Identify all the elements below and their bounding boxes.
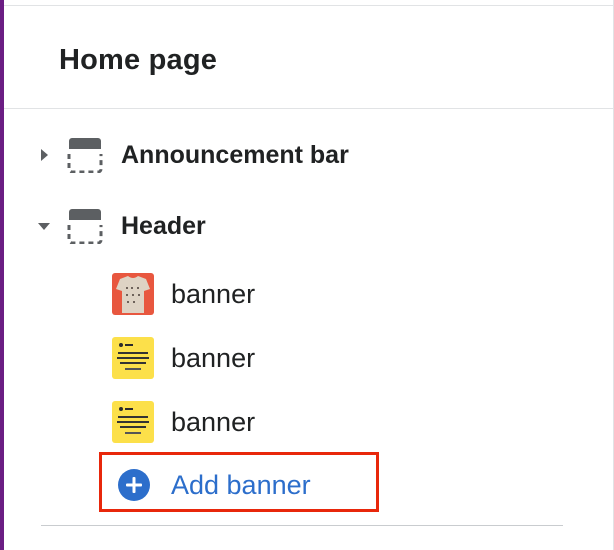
section-layout-icon bbox=[66, 208, 104, 245]
block-label: banner bbox=[171, 342, 256, 373]
top-border bbox=[4, 0, 614, 6]
header-divider bbox=[4, 108, 613, 109]
section-label: Header bbox=[121, 211, 206, 240]
add-banner-button[interactable]: Add banner bbox=[117, 467, 311, 503]
block-label: banner bbox=[171, 278, 256, 309]
add-banner-label[interactable]: Add banner bbox=[171, 470, 311, 501]
plus-circle-icon bbox=[117, 468, 151, 502]
bottom-divider bbox=[41, 525, 563, 526]
sidebar-edge bbox=[0, 0, 4, 550]
section-announcement-bar[interactable]: Announcement bar bbox=[36, 135, 349, 175]
section-label: Announcement bar bbox=[121, 140, 349, 169]
block-item-banner[interactable]: banner bbox=[112, 272, 255, 316]
block-item-banner[interactable]: banner bbox=[112, 400, 255, 444]
yellow-promo-thumbnail bbox=[112, 337, 154, 379]
block-label: banner bbox=[171, 406, 256, 437]
caret-down-icon[interactable] bbox=[36, 218, 52, 234]
section-header[interactable]: Header bbox=[36, 206, 206, 246]
caret-right-icon[interactable] bbox=[36, 147, 52, 163]
tshirt-thumbnail bbox=[112, 273, 154, 315]
yellow-promo-thumbnail bbox=[112, 401, 154, 443]
page-title: Home page bbox=[59, 44, 218, 76]
block-item-banner[interactable]: banner bbox=[112, 336, 255, 380]
section-layout-icon bbox=[66, 137, 104, 174]
